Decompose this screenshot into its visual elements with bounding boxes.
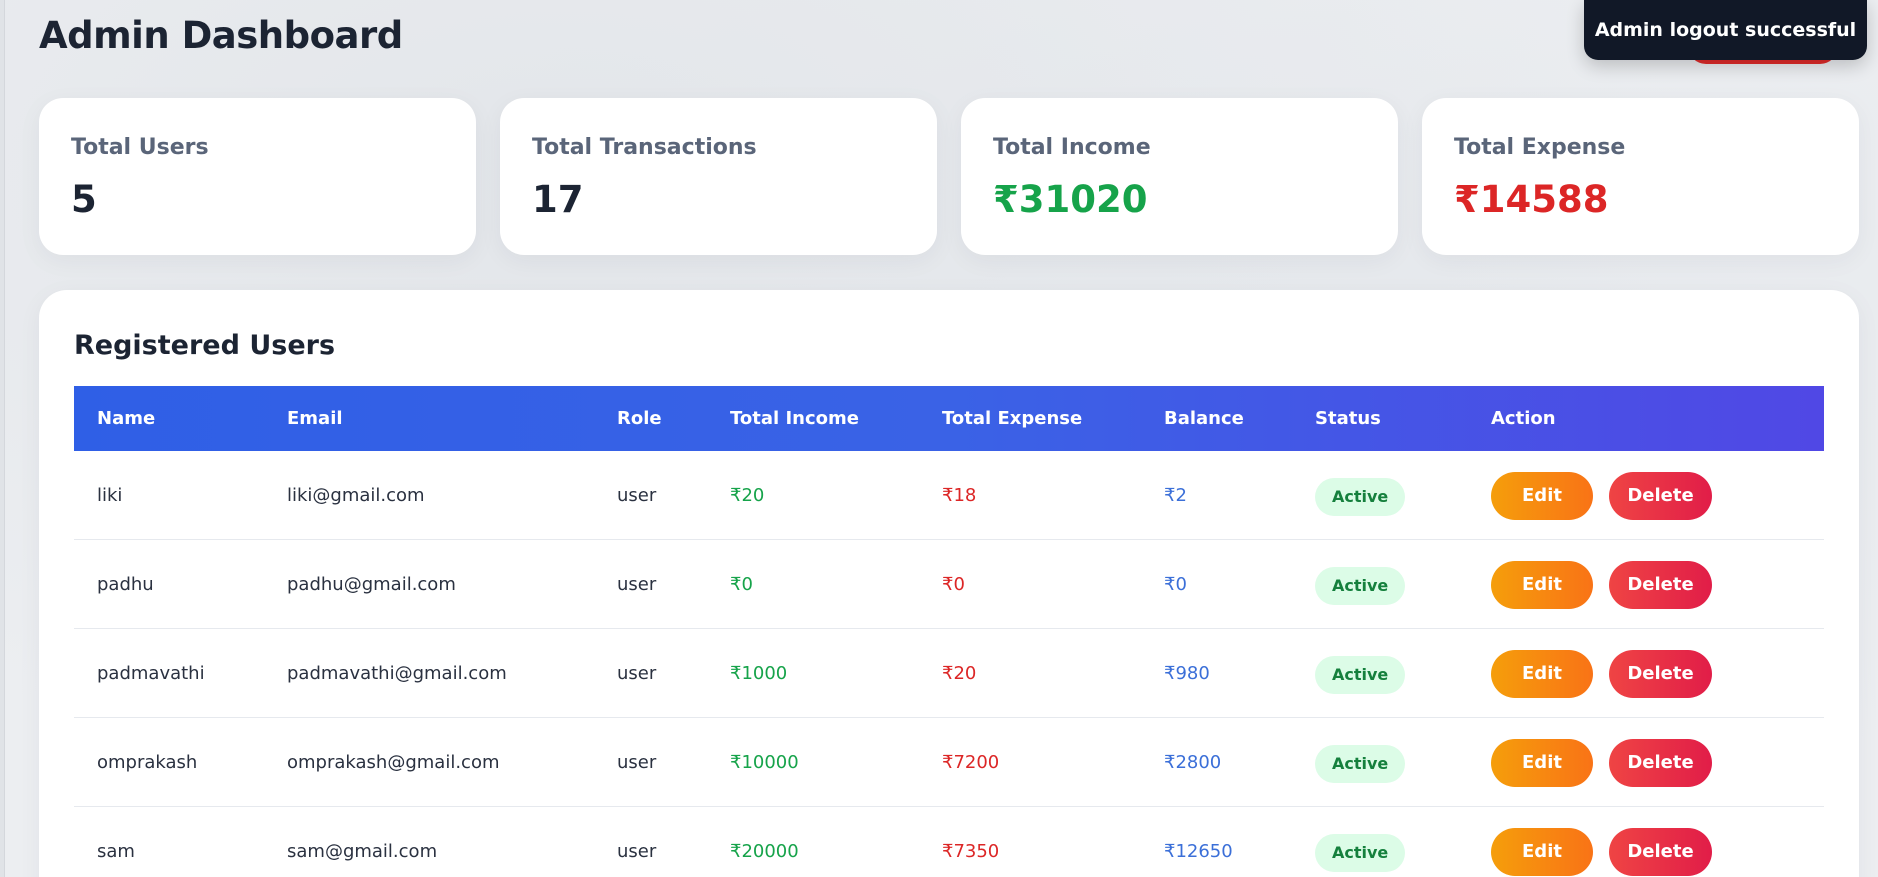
stat-card-total-users: Total Users 5	[39, 98, 476, 255]
table-header: Name Email Role Total Income Total Expen…	[74, 386, 1824, 451]
user-income: ₹1000	[730, 663, 788, 684]
user-email: omprakash@gmail.com	[287, 752, 500, 773]
user-role: user	[617, 485, 657, 506]
user-expense: ₹20	[942, 663, 977, 684]
status-badge: Active	[1315, 745, 1406, 783]
status-badge: Active	[1315, 567, 1406, 605]
table-row: sam sam@gmail.com user ₹20000 ₹7350 ₹126…	[74, 807, 1824, 877]
page-title: Admin Dashboard	[39, 14, 403, 57]
user-name: sam	[97, 841, 135, 862]
user-balance: ₹2	[1164, 485, 1187, 506]
delete-button[interactable]: Delete	[1609, 739, 1712, 787]
user-income: ₹10000	[730, 752, 799, 773]
column-header-status: Status	[1315, 408, 1381, 429]
edit-button[interactable]: Edit	[1491, 650, 1593, 698]
stat-label: Total Transactions	[532, 135, 757, 160]
column-header-name: Name	[97, 408, 156, 429]
stat-value: 17	[532, 178, 584, 221]
delete-button[interactable]: Delete	[1609, 650, 1712, 698]
user-balance: ₹2800	[1164, 752, 1222, 773]
user-role: user	[617, 574, 657, 595]
user-expense: ₹0	[942, 574, 965, 595]
column-header-balance: Balance	[1164, 408, 1244, 429]
user-email: padhu@gmail.com	[287, 574, 456, 595]
status-badge: Active	[1315, 656, 1406, 694]
stat-card-total-income: Total Income ₹31020	[961, 98, 1398, 255]
table-row: omprakash omprakash@gmail.com user ₹1000…	[74, 718, 1824, 807]
column-header-role: Role	[617, 408, 662, 429]
user-role: user	[617, 752, 657, 773]
user-name: omprakash	[97, 752, 198, 773]
users-table: Name Email Role Total Income Total Expen…	[74, 386, 1824, 877]
stat-label: Total Expense	[1454, 135, 1626, 160]
user-name: padmavathi	[97, 663, 205, 684]
stat-card-total-transactions: Total Transactions 17	[500, 98, 937, 255]
column-header-email: Email	[287, 408, 343, 429]
user-role: user	[617, 841, 657, 862]
user-expense: ₹7200	[942, 752, 1000, 773]
edit-button[interactable]: Edit	[1491, 828, 1593, 876]
stat-cards: Total Users 5 Total Transactions 17 Tota…	[39, 98, 1859, 255]
user-name: liki	[97, 485, 123, 506]
stat-card-total-expense: Total Expense ₹14588	[1422, 98, 1859, 255]
column-header-action: Action	[1491, 408, 1556, 429]
user-email: sam@gmail.com	[287, 841, 438, 862]
toast-notification: Admin logout successful	[1584, 0, 1867, 60]
delete-button[interactable]: Delete	[1609, 561, 1712, 609]
stat-value: 5	[71, 178, 97, 221]
registered-users-panel: Registered Users Name Email Role Total I…	[39, 290, 1859, 877]
edit-button[interactable]: Edit	[1491, 561, 1593, 609]
table-row: padmavathi padmavathi@gmail.com user ₹10…	[74, 629, 1824, 718]
user-income: ₹20	[730, 485, 765, 506]
user-balance: ₹12650	[1164, 841, 1233, 862]
stat-label: Total Income	[993, 135, 1151, 160]
table-row: padhu padhu@gmail.com user ₹0 ₹0 ₹0 Acti…	[74, 540, 1824, 629]
user-income: ₹0	[730, 574, 753, 595]
user-balance: ₹980	[1164, 663, 1210, 684]
edit-button[interactable]: Edit	[1491, 472, 1593, 520]
table-row: liki liki@gmail.com user ₹20 ₹18 ₹2 Acti…	[74, 451, 1824, 540]
user-balance: ₹0	[1164, 574, 1187, 595]
status-badge: Active	[1315, 478, 1406, 516]
stat-value: ₹31020	[993, 178, 1148, 221]
user-name: padhu	[97, 574, 154, 595]
edit-button[interactable]: Edit	[1491, 739, 1593, 787]
delete-button[interactable]: Delete	[1609, 828, 1712, 876]
left-edge	[0, 0, 5, 877]
stat-value: ₹14588	[1454, 178, 1609, 221]
column-header-total-income: Total Income	[730, 408, 859, 429]
user-email: liki@gmail.com	[287, 485, 425, 506]
user-role: user	[617, 663, 657, 684]
user-income: ₹20000	[730, 841, 799, 862]
stat-label: Total Users	[71, 135, 209, 160]
status-badge: Active	[1315, 834, 1406, 872]
user-email: padmavathi@gmail.com	[287, 663, 507, 684]
user-expense: ₹18	[942, 485, 977, 506]
panel-title: Registered Users	[74, 330, 336, 361]
delete-button[interactable]: Delete	[1609, 472, 1712, 520]
user-expense: ₹7350	[942, 841, 1000, 862]
column-header-total-expense: Total Expense	[942, 408, 1083, 429]
